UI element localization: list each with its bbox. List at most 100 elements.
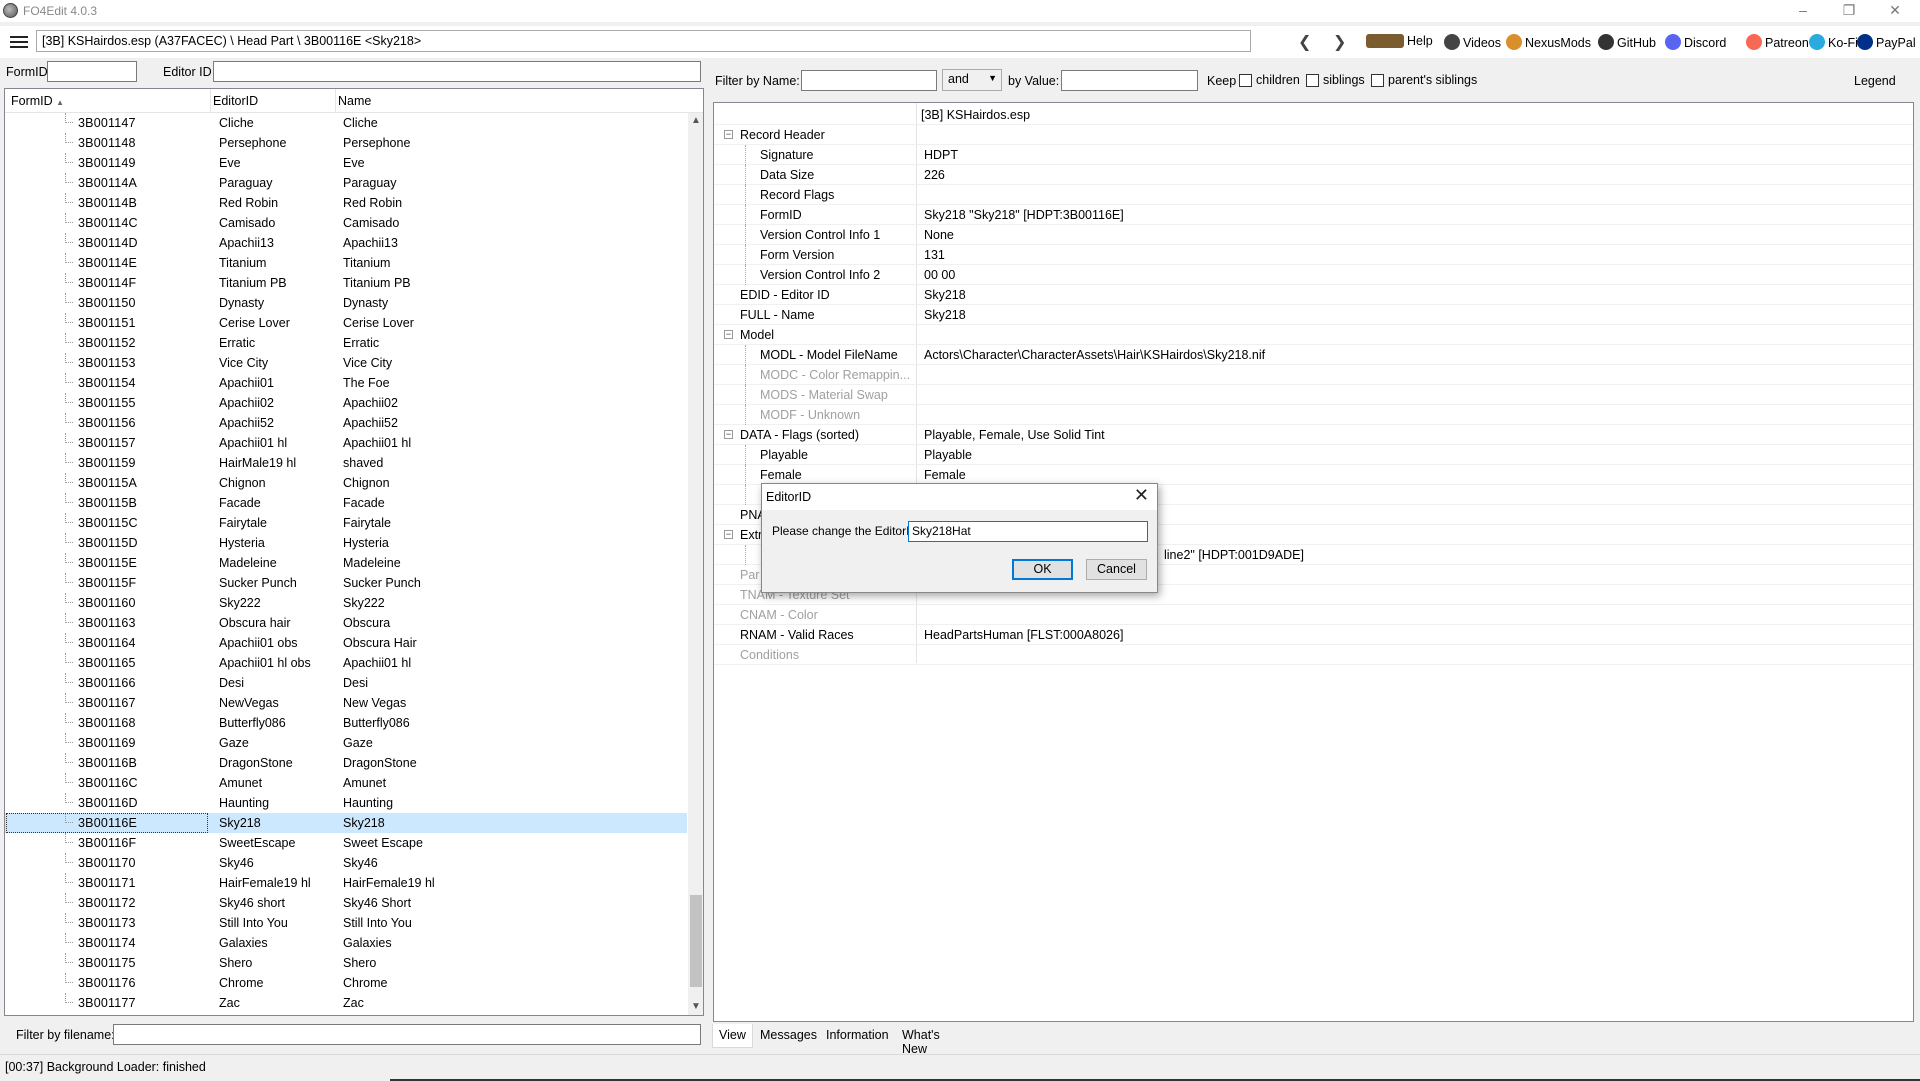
table-row[interactable]: 3B00114F Titanium PB Titanium PB: [5, 273, 687, 293]
table-row[interactable]: 3B001155 Apachii02 Apachii02: [5, 393, 687, 413]
table-row[interactable]: 3B001164 Apachii01 obs Obscura Hair: [5, 633, 687, 653]
table-row[interactable]: 3B00114C Camisado Camisado: [5, 213, 687, 233]
record-field-row[interactable]: Version Control Info 2 00 00: [714, 265, 1913, 285]
table-row[interactable]: 3B001172 Sky46 short Sky46 Short: [5, 893, 687, 913]
back-icon[interactable]: ❮: [1298, 32, 1311, 52]
collapse-icon[interactable]: −: [724, 330, 733, 339]
table-row[interactable]: 3B001166 Desi Desi: [5, 673, 687, 693]
table-row[interactable]: 3B001153 Vice City Vice City: [5, 353, 687, 373]
table-row[interactable]: 3B001169 Gaze Gaze: [5, 733, 687, 753]
record-field-row[interactable]: CNAM - Color: [714, 605, 1913, 625]
restore-button[interactable]: ❐: [1826, 0, 1872, 22]
record-field-row[interactable]: Female Female: [714, 465, 1913, 485]
table-row[interactable]: 3B001150 Dynasty Dynasty: [5, 293, 687, 313]
scroll-up-icon[interactable]: ▲: [691, 115, 701, 126]
record-field-row[interactable]: Record Flags: [714, 185, 1913, 205]
paypal-link[interactable]: PayPal: [1857, 34, 1916, 50]
table-row[interactable]: 3B001177 Zac Zac: [5, 993, 687, 1013]
table-row[interactable]: 3B00116F SweetEscape Sweet Escape: [5, 833, 687, 853]
formid-filter-input[interactable]: [47, 61, 137, 82]
table-row[interactable]: 3B00115E Madeleine Madeleine: [5, 553, 687, 573]
table-row[interactable]: 3B001163 Obscura hair Obscura: [5, 613, 687, 633]
table-row[interactable]: 3B00116D Haunting Haunting: [5, 793, 687, 813]
table-row[interactable]: 3B001171 HairFemale19 hl HairFemale19 hl: [5, 873, 687, 893]
collapse-icon[interactable]: −: [724, 130, 733, 139]
table-row-selected[interactable]: 3B00116E Sky218 Sky218: [5, 813, 687, 833]
table-row[interactable]: 3B001176 Chrome Chrome: [5, 973, 687, 993]
table-row[interactable]: 3B001151 Cerise Lover Cerise Lover: [5, 313, 687, 333]
list-scrollbar[interactable]: ▲ ▼: [688, 113, 703, 1015]
table-row[interactable]: 3B001152 Erratic Erratic: [5, 333, 687, 353]
record-field-row[interactable]: Version Control Info 1 None: [714, 225, 1913, 245]
table-row[interactable]: 3B001165 Apachii01 hl obs Apachii01 hl: [5, 653, 687, 673]
record-field-row[interactable]: − Model: [714, 325, 1913, 345]
record-field-row[interactable]: FormID Sky218 "Sky218" [HDPT:3B00116E]: [714, 205, 1913, 225]
keep-children-checkbox[interactable]: [1239, 74, 1252, 87]
menu-icon[interactable]: [10, 36, 28, 48]
table-row[interactable]: 3B001154 Apachii01 The Foe: [5, 373, 687, 393]
column-formid[interactable]: FormID ▲: [11, 94, 64, 108]
table-row[interactable]: 3B001173 Still Into You Still Into You: [5, 913, 687, 933]
filename-filter-input[interactable]: [113, 1024, 701, 1045]
keep-parents-siblings-checkbox[interactable]: [1371, 74, 1384, 87]
filter-operator-select[interactable]: and ▼: [942, 69, 1002, 91]
record-field-row[interactable]: Data Size 226: [714, 165, 1913, 185]
editorid-filter-input[interactable]: [213, 61, 701, 82]
keep-siblings-checkbox[interactable]: [1306, 74, 1319, 87]
record-field-row[interactable]: Form Version 131: [714, 245, 1913, 265]
record-field-row[interactable]: EDID - Editor ID Sky218: [714, 285, 1913, 305]
table-row[interactable]: 3B00115B Facade Facade: [5, 493, 687, 513]
table-row[interactable]: 3B001160 Sky222 Sky222: [5, 593, 687, 613]
record-path[interactable]: [3B] KSHairdos.esp (A37FACEC) \ Head Par…: [36, 30, 1251, 52]
record-field-row[interactable]: MODS - Material Swap: [714, 385, 1913, 405]
table-row[interactable]: 3B00115A Chignon Chignon: [5, 473, 687, 493]
table-row[interactable]: 3B00115C Fairytale Fairytale: [5, 513, 687, 533]
table-row[interactable]: 3B001157 Apachii01 hl Apachii01 hl: [5, 433, 687, 453]
help-link[interactable]: Help: [1366, 34, 1433, 48]
column-editorid[interactable]: EditorID: [213, 94, 258, 108]
editorid-input[interactable]: Sky218Hat: [908, 521, 1148, 542]
dialog-close-icon[interactable]: ✕: [1134, 485, 1149, 506]
table-row[interactable]: 3B001147 Cliche Cliche: [5, 113, 687, 133]
collapse-icon[interactable]: −: [724, 430, 733, 439]
record-field-row[interactable]: MODL - Model FileName Actors\Character\Ch…: [714, 345, 1913, 365]
videos-link[interactable]: Videos: [1444, 34, 1501, 50]
scroll-thumb[interactable]: [690, 895, 702, 987]
scroll-down-icon[interactable]: ▼: [691, 1001, 701, 1012]
record-list[interactable]: FormID ▲ EditorID Name 3B001147 Cliche Cli…: [4, 88, 704, 1016]
table-row[interactable]: 3B001149 Eve Eve: [5, 153, 687, 173]
table-row[interactable]: 3B001174 Galaxies Galaxies: [5, 933, 687, 953]
record-field-row[interactable]: − DATA - Flags (sorted) Playable, Female, …: [714, 425, 1913, 445]
record-field-row[interactable]: MODC - Color Remappin...: [714, 365, 1913, 385]
record-field-row[interactable]: MODF - Unknown: [714, 405, 1913, 425]
minimize-button[interactable]: –: [1780, 0, 1826, 22]
ko-fi-link[interactable]: Ko-Fi: [1809, 34, 1858, 50]
forward-icon[interactable]: ❯: [1333, 32, 1346, 52]
table-row[interactable]: 3B001168 Butterfly086 Butterfly086: [5, 713, 687, 733]
close-window-button[interactable]: ✕: [1872, 0, 1918, 22]
record-field-row[interactable]: Conditions: [714, 645, 1913, 665]
record-field-row[interactable]: Playable Playable: [714, 445, 1913, 465]
record-field-row[interactable]: FULL - Name Sky218: [714, 305, 1913, 325]
table-row[interactable]: 3B00114B Red Robin Red Robin: [5, 193, 687, 213]
record-field-row[interactable]: Signature HDPT: [714, 145, 1913, 165]
tab-information[interactable]: Information: [820, 1024, 895, 1048]
discord-link[interactable]: Discord: [1665, 34, 1726, 50]
tab-view[interactable]: View: [712, 1024, 753, 1048]
cancel-button[interactable]: Cancel: [1086, 559, 1147, 580]
table-row[interactable]: 3B001148 Persephone Persephone: [5, 133, 687, 153]
tab-what-s-new[interactable]: What's New: [896, 1024, 946, 1056]
record-field-row[interactable]: − Record Header: [714, 125, 1913, 145]
table-row[interactable]: 3B00116C Amunet Amunet: [5, 773, 687, 793]
collapse-icon[interactable]: −: [724, 530, 733, 539]
filter-value-input[interactable]: [1061, 70, 1198, 91]
table-row[interactable]: 3B001156 Apachii52 Apachii52: [5, 413, 687, 433]
record-field-row[interactable]: RNAM - Valid Races HeadPartsHuman [FLST:0…: [714, 625, 1913, 645]
table-row[interactable]: 3B00114D Apachii13 Apachii13: [5, 233, 687, 253]
table-row[interactable]: 3B00114E Titanium Titanium: [5, 253, 687, 273]
table-row[interactable]: 3B001159 HairMale19 hl shaved: [5, 453, 687, 473]
tab-messages[interactable]: Messages: [754, 1024, 823, 1048]
table-row[interactable]: 3B001170 Sky46 Sky46: [5, 853, 687, 873]
legend-button[interactable]: Legend: [1854, 74, 1896, 88]
ok-button[interactable]: OK: [1012, 559, 1073, 580]
